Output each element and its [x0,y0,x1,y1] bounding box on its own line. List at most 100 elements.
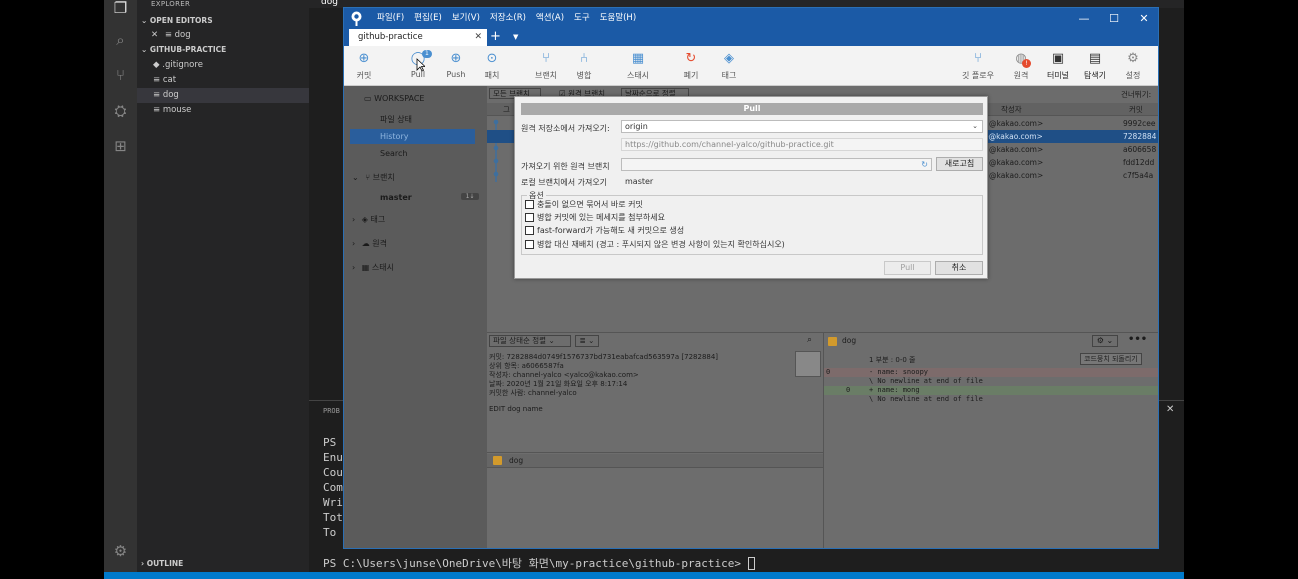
extensions-icon[interactable]: ⊞ [112,138,129,155]
remote-select[interactable]: origin ⌄ [621,120,983,133]
outline-section[interactable]: › OUTLINE [137,557,309,571]
discard-button[interactable]: ↻ 폐기 [681,51,701,81]
search-icon[interactable]: ⌕ [112,32,129,49]
status-bar [104,572,1184,579]
editor-tab[interactable]: dog [321,0,338,7]
option-commit-immediately[interactable]: 충돌이 없으면 묶어서 바로 커밋 [525,199,643,210]
sidebar-branches[interactable]: ⌄ ⑂ 브랜치 [352,172,395,183]
column-author[interactable]: 작성자 [1001,104,1022,115]
problems-tab[interactable]: PROB [323,407,340,415]
explorer-button[interactable]: ▤ 탐색기 [1082,51,1108,81]
menu-view[interactable]: 보기(V) [447,8,485,29]
sidebar-item-file-status[interactable]: 파일 상태 [344,113,487,127]
close-icon[interactable]: ✕ [151,30,158,40]
sidebar-stashes[interactable]: › ▦ 스태시 [352,262,394,273]
menu-actions[interactable]: 액션(A) [531,8,569,29]
git-flow-button[interactable]: ⑂ 깃 플로우 [956,51,1000,81]
chevron-down-icon: ⌄ [141,16,148,25]
pull-dialog: Pull 원격 저장소에서 가져오기: origin ⌄ https://git… [514,96,988,279]
revert-hunk-button[interactable]: 코드뭉치 되돌리기 [1080,353,1142,365]
file-item[interactable]: ≡ cat [137,73,309,88]
close-icon[interactable]: ✕ [474,29,482,46]
sidebar-item-search[interactable]: Search [344,147,487,161]
cancel-button[interactable]: 취소 [935,261,983,275]
stash-icon: ▦ [631,51,645,66]
sidebar-item-history[interactable]: History [350,129,475,144]
close-panel-icon[interactable]: ✕ [1166,404,1174,415]
push-button[interactable]: ⊕ Push [445,51,467,79]
file-item[interactable]: ≡ dog [137,88,309,103]
gear-icon[interactable]: ⚙ [112,543,129,560]
checkbox[interactable] [525,200,534,209]
more-icon[interactable]: ••• [1128,334,1147,345]
checkbox[interactable] [525,226,534,235]
file-item[interactable]: ≡ mouse [137,103,309,118]
menu-repository[interactable]: 저장소(R) [485,8,531,29]
checkbox[interactable] [525,213,534,222]
menu-tools[interactable]: 도구 [569,8,595,29]
merge-button[interactable]: ⑃ 병합 [574,51,594,81]
changed-file-row[interactable]: dog [487,454,823,468]
diff-line-note: \ No newline at end of file [869,395,983,403]
search-icon[interactable]: ⌕ [807,335,812,345]
sidebar-remotes[interactable]: › ☁ 원격 [352,238,387,249]
option-no-fast-forward[interactable]: fast-forward가 가능해도 새 커밋으로 생성 [525,225,684,236]
open-editor-item[interactable]: ✕ ≡ dog [137,28,309,43]
refresh-button[interactable]: 새로고침 [936,157,983,171]
fetch-button[interactable]: ⊙ 패치 [482,51,502,81]
pull-button[interactable]: Pull [884,261,931,275]
explorer-panel: EXPLORER ⌄ OPEN EDITORS ✕ ≡ dog ⌄ GITHUB… [137,0,309,572]
folder-section[interactable]: ⌄ GITHUB-PRACTICE [137,43,309,57]
repo-tab-bar: github-practice ✕ + ▼ [344,29,1158,46]
terminal-line: Enu [323,451,343,464]
terminal-line: PS [323,436,337,449]
remote-branch-select[interactable]: ↻ [621,158,932,171]
view-mode-select[interactable]: ≣ ⌄ [575,335,599,347]
tag-button[interactable]: ◈ 태그 [719,51,739,81]
sidebar-tags[interactable]: › ◈ 태그 [352,214,385,225]
settings-button[interactable]: ⚙ 설정 [1122,51,1144,81]
terminal-prompt[interactable]: PS C:\Users\junse\OneDrive\바탕 화면\my-prac… [323,555,755,571]
chevron-down-icon: ⌄ [141,45,148,54]
chevron-down-icon: ⌄ [352,173,359,182]
toolbar: ⊕ 커밋 ◯ Pull 1 ⊕ Push ⊙ 패치 ⑂ 브랜치 ⑃ 병합 ▦ 스… [344,46,1158,86]
terminal-button[interactable]: ▣ 터미널 [1045,51,1071,81]
open-editors-section[interactable]: ⌄ OPEN EDITORS [137,14,309,28]
commit-button[interactable]: ⊕ 커밋 [354,51,374,81]
menu-file[interactable]: 파일(F) [372,8,409,29]
remote-button[interactable]: ◍ 원격 ! [1010,51,1032,81]
commit-info: 커밋: 7282884d0749f1576737bd731eabafcad563… [487,349,823,453]
menu-edit[interactable]: 편집(E) [409,8,447,29]
modified-file-icon [828,337,837,346]
source-control-icon[interactable]: ⑂ [112,67,129,84]
checkbox[interactable] [525,240,534,249]
branch-button[interactable]: ⑂ 브랜치 [533,51,559,81]
file-icon: ≡ [164,30,172,40]
chevron-right-icon: › [352,263,356,272]
column-commit[interactable]: 커밋 [1129,104,1143,115]
file-icon: ≡ [153,90,161,100]
stash-button[interactable]: ▦ 스태시 [625,51,651,81]
maximize-icon[interactable]: ☐ [1100,8,1128,29]
file-item[interactable]: ◆ .gitignore [137,58,309,73]
files-icon[interactable]: ❐ [112,0,129,17]
file-sort-select[interactable]: 파일 상태순 정렬 ⌄ [489,335,571,347]
column-graph[interactable]: 그 [503,104,510,115]
option-rebase[interactable]: 병합 대신 재배치 (경고 : 푸시되지 않은 변경 사항이 있는지 확인하십시… [525,239,785,250]
diff-options-gear[interactable]: ⚙ ⌄ [1092,335,1118,347]
menu-help[interactable]: 도움말(H) [595,8,641,29]
close-window-icon[interactable]: ✕ [1130,8,1158,29]
minimize-icon[interactable]: — [1070,8,1098,29]
option-include-messages[interactable]: 병합 커밋에 있는 메세지를 첨부하세요 [525,212,665,223]
repo-tab[interactable]: github-practice ✕ [349,29,487,46]
terminal-line: Tot [323,511,343,524]
debug-icon[interactable]: ⛭ [112,103,129,120]
chevron-down-icon[interactable]: ▼ [513,29,518,46]
terminal-line: Cou [323,466,343,479]
add-tab-icon[interactable]: + [490,29,501,45]
master-behind-badge: 1↓ [461,193,479,200]
diff-panel: dog ⚙ ⌄ ••• 1 부분 : 0-0 줄 코드뭉치 되돌리기 0 - n… [823,332,1158,548]
cursor-block [747,557,755,570]
fetch-icon: ⊙ [486,51,498,66]
diff-line-added: 0 + name: mong [824,386,1158,395]
